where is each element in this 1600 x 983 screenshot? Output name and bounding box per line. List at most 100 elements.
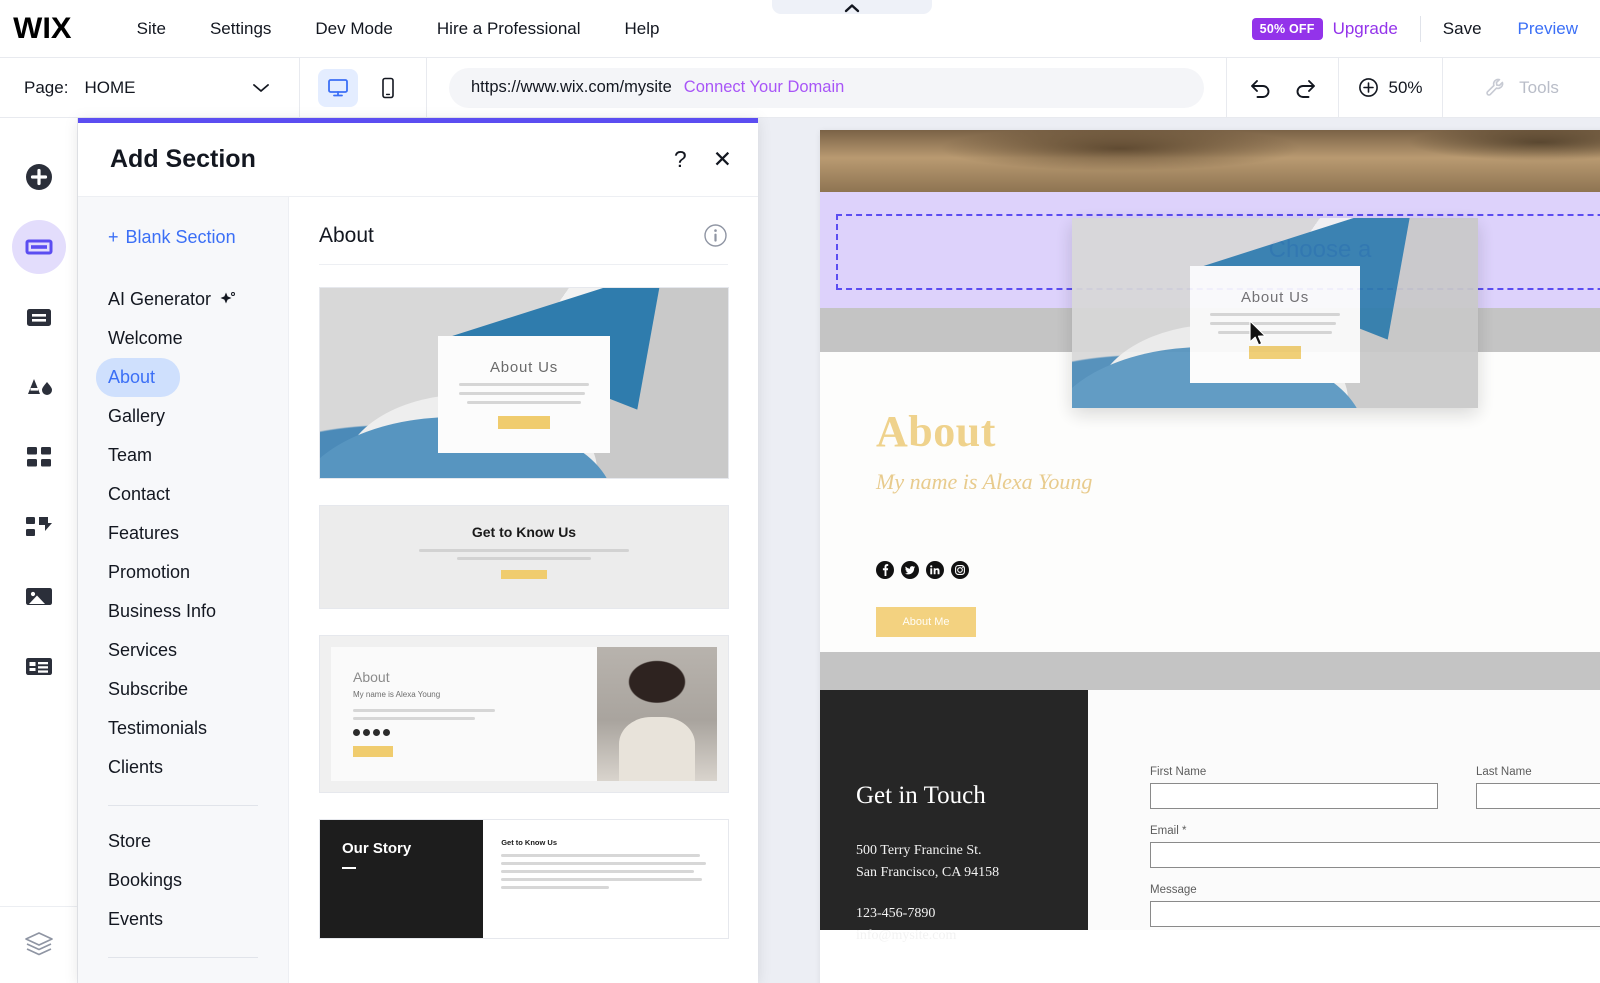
category-ai-generator[interactable]: AI Generator — [78, 280, 288, 319]
category-label: Services — [108, 640, 178, 660]
category-clients[interactable]: Clients — [78, 748, 288, 787]
promo-badge: 50% OFF — [1251, 17, 1323, 40]
page-label: Page: — [24, 77, 69, 97]
category-store[interactable]: Store — [78, 822, 288, 861]
sidebar-item-site-design[interactable] — [12, 360, 66, 414]
drag-ghost-card: About Us — [1189, 265, 1361, 384]
message-field: Message — [1150, 884, 1600, 927]
sidebar-item-layers[interactable] — [22, 929, 56, 957]
zoom-level: 50% — [1388, 77, 1423, 97]
about-me-button[interactable]: About Me — [876, 607, 976, 637]
category-label: Team — [108, 445, 153, 465]
menu-item-site[interactable]: Site — [115, 13, 188, 45]
address-line-1: 500 Terry Francine St. — [856, 843, 982, 858]
info-icon[interactable] — [703, 223, 728, 248]
contact-section[interactable]: Get in Touch 500 Terry Francine St. San … — [820, 690, 1600, 943]
category-label: Testimonials — [108, 718, 208, 738]
drag-ghost-button — [1248, 346, 1301, 360]
sidebar-item-add-elements[interactable] — [12, 150, 66, 204]
panel-header: Add Section ? ✕ — [78, 123, 758, 197]
collapse-toolbar-tab[interactable] — [772, 0, 932, 14]
category-welcome[interactable]: Welcome — [78, 319, 288, 358]
help-icon[interactable]: ? — [674, 146, 687, 173]
menu-item-settings[interactable]: Settings — [188, 13, 293, 45]
section-thumbnail-get-to-know-us[interactable]: Get to Know Us — [319, 505, 729, 609]
sidebar-item-pages[interactable] — [12, 290, 66, 344]
category-services[interactable]: Services — [78, 631, 288, 670]
connect-domain-link[interactable]: Connect Your Domain — [684, 78, 845, 97]
twitter-icon — [363, 729, 370, 736]
tools-label: Tools — [1519, 77, 1559, 97]
blank-section-button[interactable]: + Blank Section — [78, 219, 288, 256]
site-url-bar[interactable]: https://www.wix.com/mysite Connect Your … — [449, 67, 1204, 108]
first-name-input[interactable] — [1150, 783, 1438, 809]
undo-button[interactable] — [1248, 77, 1274, 99]
contact-heading: Get in Touch — [856, 782, 986, 809]
section-thumbnail-list: About Us Get to Know Us About My name is… — [319, 265, 729, 939]
facebook-icon[interactable] — [876, 561, 894, 579]
section-thumbnail-about-us-hero[interactable]: About Us — [319, 287, 729, 479]
add-section-panel: Add Section ? ✕ + Blank Section AI Gener… — [78, 118, 758, 983]
tools-button[interactable]: Tools — [1442, 58, 1600, 117]
category-features[interactable]: Features — [78, 514, 288, 553]
page-selector[interactable]: Page: HOME — [0, 58, 300, 117]
address-line-2: San Francisco, CA 94158 — [856, 864, 1000, 880]
thumbnail-body-lines — [501, 854, 708, 889]
menu-item-hire-a-professional[interactable]: Hire a Professional — [415, 13, 603, 45]
category-subscribe[interactable]: Subscribe — [78, 670, 288, 709]
zoom-control[interactable]: 50% — [1338, 58, 1442, 117]
twitter-icon[interactable] — [901, 561, 919, 579]
category-bookings[interactable]: Bookings — [78, 861, 288, 900]
about-subheading: My name is Alexa Young — [876, 469, 1093, 494]
message-input[interactable] — [1150, 901, 1600, 927]
chevron-up-icon — [844, 4, 860, 13]
close-icon[interactable]: ✕ — [713, 148, 732, 171]
pages-icon — [26, 309, 51, 326]
linkedin-icon — [373, 729, 380, 736]
upgrade-button[interactable]: Upgrade — [1333, 19, 1398, 39]
instagram-icon[interactable] — [951, 561, 969, 579]
hero-section-strip[interactable] — [820, 130, 1600, 192]
section-thumbnail-about-alexa[interactable]: About My name is Alexa Young — [319, 635, 729, 793]
thumbnail-text-column: Get to Know Us — [483, 820, 728, 938]
section-thumbnail-our-story[interactable]: Our Story Get to Know Us — [319, 819, 729, 939]
first-name-field: First Name — [1150, 766, 1438, 809]
preview-button[interactable]: Preview — [1518, 19, 1578, 39]
category-business-info[interactable]: Business Info — [78, 592, 288, 631]
site-url-text: https://www.wix.com/mysite — [471, 78, 672, 96]
last-name-field: Last Name — [1476, 766, 1600, 809]
mobile-view-button[interactable] — [368, 69, 408, 107]
last-name-input[interactable] — [1476, 783, 1600, 809]
category-label: Contact — [108, 484, 171, 504]
menu-item-dev-mode[interactable]: Dev Mode — [293, 13, 414, 45]
sidebar-item-media-manager[interactable] — [12, 570, 66, 624]
divider — [1419, 15, 1421, 42]
contact-phone-email: 123-456-7890 info@mysite.com — [856, 903, 1088, 946]
linkedin-icon[interactable] — [926, 561, 944, 579]
thumbnail-body-lines — [458, 383, 590, 405]
thumbnail-rule — [342, 867, 356, 870]
category-testimonials[interactable]: Testimonials — [78, 709, 288, 748]
redo-button[interactable] — [1292, 77, 1318, 99]
category-gallery[interactable]: Gallery — [78, 397, 288, 436]
category-team[interactable]: Team — [78, 436, 288, 475]
category-promotion[interactable]: Promotion — [78, 553, 288, 592]
contact-address: 500 Terry Francine St. San Francisco, CA… — [856, 840, 1088, 883]
category-events[interactable]: Events — [78, 900, 288, 939]
sidebar-item-app-market[interactable] — [12, 430, 66, 484]
category-label: Business Info — [108, 601, 217, 621]
plus-icon: + — [108, 227, 119, 247]
undo-redo-group — [1226, 58, 1338, 117]
sidebar-item-content-manager[interactable] — [12, 640, 66, 694]
thumbnail-button — [497, 416, 550, 430]
category-about[interactable]: About — [96, 358, 180, 397]
wix-logo[interactable]: WIX — [13, 12, 71, 46]
desktop-view-button[interactable] — [318, 68, 358, 107]
menu-item-help[interactable]: Help — [603, 13, 682, 45]
sidebar-item-integrations[interactable] — [12, 500, 66, 554]
category-contact[interactable]: Contact — [78, 475, 288, 514]
save-button[interactable]: Save — [1443, 19, 1482, 39]
email-input[interactable] — [1150, 842, 1600, 868]
thumbnail-subheading: My name is Alexa Young — [353, 690, 441, 699]
sidebar-item-add-section[interactable] — [11, 220, 66, 274]
